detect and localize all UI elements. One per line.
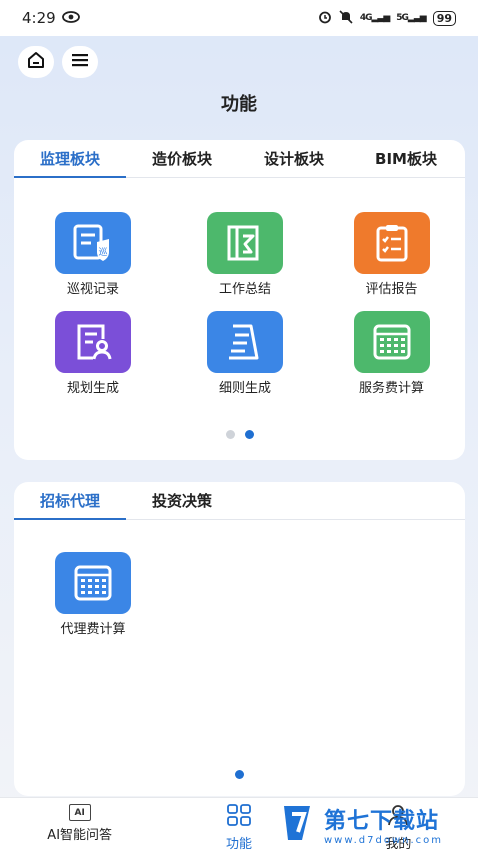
menu-button[interactable] bbox=[62, 46, 98, 78]
agency-grid: 代理费计算 bbox=[14, 552, 465, 637]
signal-4g: 4G▂▃▅ bbox=[359, 13, 390, 23]
tile-label: 服务费计算 bbox=[358, 381, 424, 396]
tile-work-summary[interactable]: 工作总结 bbox=[172, 212, 318, 297]
work-summary-icon bbox=[207, 212, 283, 274]
tile-evaluation-report[interactable]: 评估报告 bbox=[318, 212, 465, 297]
watermark-main: 第七下载站 bbox=[324, 808, 440, 834]
watermark-url: www.d7down.com bbox=[324, 834, 444, 846]
tile-label: 评估报告 bbox=[365, 282, 418, 297]
signal-5g: 5G▂▃▅ bbox=[396, 13, 426, 23]
supervision-grid: 巡 巡视记录 工作总结 评估报告 规划生成 细则生成 服务费计算 bbox=[14, 212, 465, 396]
tile-plan-generate[interactable]: 规划生成 bbox=[14, 311, 172, 396]
supervision-card: 监理板块 造价板块 设计板块 BIM板块 巡 巡视记录 工作总结 评估报告 规划… bbox=[14, 140, 465, 460]
watermark: 第七下载站 www.d7down.com bbox=[280, 800, 443, 848]
agency-card: 招标代理 投资决策 代理费计算 bbox=[14, 482, 465, 796]
agency-page-dots bbox=[14, 770, 465, 779]
rules-generate-icon bbox=[207, 311, 283, 373]
supervision-tabs: 监理板块 造价板块 设计板块 BIM板块 bbox=[14, 140, 465, 178]
nav-ai-qa[interactable]: AI AI智能问答 bbox=[0, 798, 159, 850]
patrol-record-icon: 巡 bbox=[55, 212, 131, 274]
tab-cost[interactable]: 造价板块 bbox=[126, 148, 238, 177]
tile-patrol-record[interactable]: 巡 巡视记录 bbox=[14, 212, 172, 297]
plan-generate-icon bbox=[55, 311, 131, 373]
tab-bidding-agency[interactable]: 招标代理 bbox=[14, 490, 126, 520]
menu-icon bbox=[71, 52, 89, 72]
alarm-icon bbox=[318, 10, 332, 27]
ai-icon: AI bbox=[68, 804, 91, 821]
tile-service-fee[interactable]: 服务费计算 bbox=[318, 311, 465, 396]
agency-tabs: 招标代理 投资决策 bbox=[14, 482, 465, 520]
page-dot-active[interactable] bbox=[235, 770, 244, 779]
tile-label: 细则生成 bbox=[218, 381, 271, 396]
svg-text:巡: 巡 bbox=[98, 247, 107, 258]
nav-label: AI智能问答 bbox=[47, 828, 113, 843]
tile-label: 规划生成 bbox=[66, 381, 119, 396]
status-left: 4:29 bbox=[22, 9, 80, 27]
watermark-logo-icon bbox=[280, 800, 318, 848]
tab-investment-decision[interactable]: 投资决策 bbox=[126, 490, 238, 519]
status-right: 4G▂▃▅ 5G▂▃▅ 99 bbox=[318, 9, 456, 27]
status-time: 4:29 bbox=[22, 9, 56, 27]
tab-design[interactable]: 设计板块 bbox=[238, 148, 350, 177]
agency-fee-calculator-icon bbox=[55, 552, 131, 614]
page-dot[interactable] bbox=[225, 430, 235, 439]
battery-indicator: 99 bbox=[432, 10, 456, 26]
tile-rules-generate[interactable]: 细则生成 bbox=[172, 311, 318, 396]
tile-agency-fee[interactable]: 代理费计算 bbox=[14, 552, 172, 637]
watermark-text: 第七下载站 www.d7down.com bbox=[324, 803, 443, 846]
tab-supervision[interactable]: 监理板块 bbox=[14, 148, 126, 178]
status-bar: 4:29 4G▂▃▅ 5G▂▃▅ 99 bbox=[0, 0, 478, 36]
eye-icon bbox=[61, 9, 80, 27]
page-title: 功能 bbox=[221, 94, 257, 115]
mute-icon bbox=[339, 9, 353, 27]
supervision-page-dots bbox=[14, 430, 465, 439]
tile-label: 工作总结 bbox=[218, 282, 271, 297]
page-dot-active[interactable] bbox=[244, 430, 254, 439]
top-buttons bbox=[18, 46, 98, 78]
nav-label: 功能 bbox=[225, 837, 252, 850]
home-button[interactable] bbox=[18, 46, 54, 78]
tile-label: 代理费计算 bbox=[60, 622, 126, 637]
tile-label: 巡视记录 bbox=[66, 282, 119, 297]
grid-icon bbox=[226, 804, 252, 830]
service-fee-calculator-icon bbox=[353, 311, 430, 373]
home-icon bbox=[26, 50, 46, 74]
tab-bim[interactable]: BIM板块 bbox=[350, 148, 462, 177]
evaluation-report-icon bbox=[353, 212, 430, 274]
